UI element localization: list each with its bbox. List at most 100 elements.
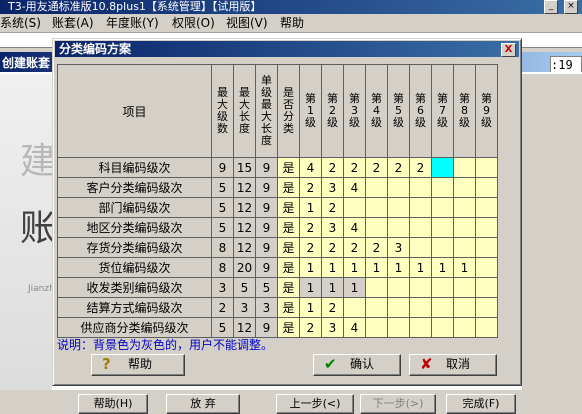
confirm-button[interactable]: ✔ 确认: [313, 354, 401, 376]
level-cell-5[interactable]: [387, 217, 410, 238]
level-cell-1[interactable]: 2: [299, 217, 322, 238]
menu-help[interactable]: 帮助: [280, 15, 304, 31]
level-cell-5[interactable]: 3: [387, 237, 410, 258]
level-cell-6[interactable]: 2: [409, 157, 432, 178]
level-cell-3[interactable]: 4: [343, 317, 366, 338]
level-cell-7[interactable]: [431, 217, 454, 238]
level-cell-6[interactable]: [409, 277, 432, 298]
level-cell-8[interactable]: [453, 197, 476, 218]
level-cell-1[interactable]: 1: [299, 197, 322, 218]
level-cell-1[interactable]: 4: [299, 157, 322, 178]
level-cell-6[interactable]: 1: [409, 257, 432, 278]
level-cell-8[interactable]: [453, 277, 476, 298]
level-cell-2[interactable]: 2: [321, 237, 344, 258]
level-cell-8[interactable]: [453, 317, 476, 338]
level-cell-9[interactable]: [475, 297, 498, 318]
wizard-help-button[interactable]: 帮助(H): [78, 394, 148, 414]
level-cell-7[interactable]: [431, 297, 454, 318]
level-cell-9[interactable]: [475, 257, 498, 278]
level-cell-9[interactable]: [475, 237, 498, 258]
level-cell-3[interactable]: 4: [343, 177, 366, 198]
level-cell-9[interactable]: [475, 177, 498, 198]
level-cell-7[interactable]: 1: [431, 257, 454, 278]
level-cell-1[interactable]: 2: [299, 317, 322, 338]
level-cell-9[interactable]: [475, 217, 498, 238]
table-row: 地区分类编码级次 5 12 9 是 2 3 4: [57, 217, 498, 238]
level-cell-5[interactable]: [387, 277, 410, 298]
level-cell-2[interactable]: 2: [321, 157, 344, 178]
menu-permission[interactable]: 权限(O): [172, 15, 215, 31]
level-cell-8[interactable]: [453, 297, 476, 318]
dialog-close-icon[interactable]: X: [501, 43, 516, 57]
level-cell-4[interactable]: [365, 217, 388, 238]
level-cell-9[interactable]: [475, 317, 498, 338]
level-cell-1[interactable]: 2: [299, 177, 322, 198]
menu-year[interactable]: 年度账(Y): [106, 15, 159, 31]
level-cell-2[interactable]: 3: [321, 317, 344, 338]
level-cell-6[interactable]: [409, 197, 432, 218]
level-cell-7[interactable]: [431, 197, 454, 218]
level-cell-3[interactable]: [343, 297, 366, 318]
dialog-help-button[interactable]: ? 帮助: [91, 354, 185, 376]
level-cell-4[interactable]: 2: [365, 237, 388, 258]
menu-view[interactable]: 视图(V): [226, 15, 268, 31]
level-cell-7[interactable]: [431, 317, 454, 338]
level-cell-3[interactable]: 1: [343, 257, 366, 278]
level-cell-4[interactable]: [365, 317, 388, 338]
level-cell-5[interactable]: [387, 317, 410, 338]
level-cell-2[interactable]: 3: [321, 177, 344, 198]
minimize-icon[interactable]: _: [544, 0, 558, 14]
level-cell-6[interactable]: [409, 177, 432, 198]
wizard-finish-button[interactable]: 完成(F): [446, 394, 516, 414]
level-cell-7[interactable]: [431, 277, 454, 298]
level-cell-6[interactable]: [409, 217, 432, 238]
level-cell-3[interactable]: 2: [343, 237, 366, 258]
header-level-8: 第8级: [453, 64, 476, 158]
level-cell-4[interactable]: [365, 297, 388, 318]
level-cell-9[interactable]: [475, 277, 498, 298]
level-cell-5[interactable]: 1: [387, 257, 410, 278]
level-cell-3[interactable]: 4: [343, 217, 366, 238]
level-cell-1[interactable]: 1: [299, 257, 322, 278]
cancel-button[interactable]: ✘ 取消: [409, 354, 497, 376]
level-cell-3[interactable]: 1: [343, 277, 366, 298]
level-cell-2[interactable]: 3: [321, 217, 344, 238]
header-item: 项目: [57, 64, 212, 158]
level-cell-2[interactable]: 1: [321, 277, 344, 298]
level-cell-5[interactable]: [387, 297, 410, 318]
level-cell-2[interactable]: 2: [321, 297, 344, 318]
level-cell-3[interactable]: 2: [343, 157, 366, 178]
level-cell-4[interactable]: [365, 277, 388, 298]
wizard-prev-button[interactable]: 上一步(<): [276, 394, 354, 414]
level-cell-1[interactable]: 1: [299, 297, 322, 318]
level-cell-8[interactable]: [453, 157, 476, 178]
level-cell-1[interactable]: 1: [299, 277, 322, 298]
level-cell-7[interactable]: [431, 157, 454, 178]
level-cell-6[interactable]: [409, 237, 432, 258]
level-cell-5[interactable]: 2: [387, 157, 410, 178]
menu-system[interactable]: 系统(S): [0, 15, 41, 31]
wizard-discard-button[interactable]: 放 弃: [166, 394, 240, 414]
close-icon[interactable]: ×: [564, 0, 578, 14]
level-cell-8[interactable]: [453, 177, 476, 198]
level-cell-7[interactable]: [431, 237, 454, 258]
menu-account[interactable]: 账套(A): [52, 15, 94, 31]
level-cell-8[interactable]: 1: [453, 257, 476, 278]
level-cell-5[interactable]: [387, 197, 410, 218]
level-cell-6[interactable]: [409, 317, 432, 338]
level-cell-9[interactable]: [475, 197, 498, 218]
level-cell-4[interactable]: 1: [365, 257, 388, 278]
level-cell-2[interactable]: 2: [321, 197, 344, 218]
level-cell-2[interactable]: 1: [321, 257, 344, 278]
level-cell-7[interactable]: [431, 177, 454, 198]
level-cell-9[interactable]: [475, 157, 498, 178]
level-cell-4[interactable]: 2: [365, 157, 388, 178]
level-cell-3[interactable]: [343, 197, 366, 218]
level-cell-8[interactable]: [453, 237, 476, 258]
level-cell-8[interactable]: [453, 217, 476, 238]
level-cell-6[interactable]: [409, 297, 432, 318]
level-cell-1[interactable]: 2: [299, 237, 322, 258]
level-cell-5[interactable]: [387, 177, 410, 198]
level-cell-4[interactable]: [365, 177, 388, 198]
level-cell-4[interactable]: [365, 197, 388, 218]
